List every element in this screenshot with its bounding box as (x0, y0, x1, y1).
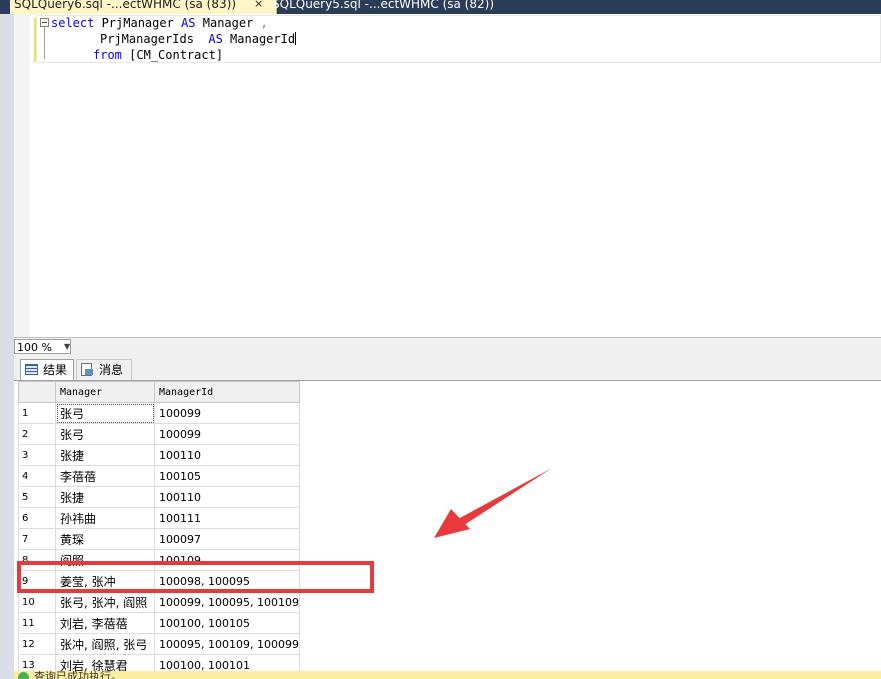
collapse-icon[interactable] (40, 18, 49, 27)
keyword-as: AS (208, 32, 223, 46)
cell-managerid[interactable]: 100095, 100109, 100099 (154, 633, 300, 655)
cell-managerid[interactable]: 100099 (154, 423, 300, 445)
cell-managerid[interactable]: 100100, 100105 (154, 612, 300, 634)
chevron-down-icon[interactable]: ▼ (64, 340, 70, 354)
editor-margin (14, 14, 30, 337)
outline-line (44, 27, 45, 59)
table-row[interactable]: 4 李蓓蓓 100105 (18, 465, 300, 487)
success-icon (18, 672, 29, 679)
code-text: Manager (195, 16, 261, 30)
row-number[interactable]: 6 (18, 507, 56, 529)
code-line-3: from [CM_Contract] (93, 47, 223, 63)
tab-sqlquery5[interactable]: SQLQuery5.sql -...ectWHMC (sa (82)) (268, 0, 498, 14)
keyword-as: AS (181, 16, 196, 30)
row-number[interactable]: 13 (18, 654, 56, 671)
row-number[interactable]: 10 (18, 591, 56, 613)
tab-sqlquery5-label: SQLQuery5.sql -...ectWHMC (sa (82)) (272, 0, 494, 11)
table-row[interactable]: 7 黄琛 100097 (18, 528, 300, 550)
cell-managerid[interactable]: 100105 (154, 465, 300, 487)
cell-manager[interactable]: 张弓 (55, 423, 155, 445)
keyword-from: from (93, 48, 122, 62)
table-row[interactable]: 2 张弓 100099 (18, 423, 300, 445)
document-tab-strip: SQLQuery6.sql -...ectWHMC (sa (83)) × SQ… (0, 0, 881, 14)
cell-manager[interactable]: 刘岩, 徐慧君 (55, 654, 155, 671)
tab-messages-label: 消息 (99, 363, 124, 377)
cell-managerid[interactable]: 100110 (154, 486, 300, 508)
status-bar: 查询已成功执行。 (14, 671, 881, 679)
cell-managerid[interactable]: 100097 (154, 528, 300, 550)
cell-manager[interactable]: 张弓, 张冲, 阎照 (55, 591, 155, 613)
row-number[interactable]: 3 (18, 444, 56, 466)
cell-manager[interactable]: 张冲, 阎照, 张弓 (55, 633, 155, 655)
annotation-arrow-icon (434, 468, 552, 538)
table-row[interactable]: 6 孙祎曲 100111 (18, 507, 300, 529)
zoom-bar: 100 % ▼ (14, 337, 881, 357)
close-icon[interactable]: × (254, 0, 263, 14)
left-dock-strip (0, 14, 14, 679)
cell-manager[interactable]: 张捷 (55, 486, 155, 508)
code-text: ManagerId (222, 32, 296, 46)
keyword-select: select (51, 16, 95, 30)
table-row[interactable]: 10 张弓, 张冲, 阎照 100099, 100095, 100109 (18, 591, 300, 613)
cell-manager[interactable]: 张弓 (55, 402, 155, 424)
table-row[interactable]: 12 张冲, 阎照, 张弓 100095, 100109, 100099 (18, 633, 300, 655)
row-number[interactable]: 4 (18, 465, 56, 487)
row-number[interactable]: 7 (18, 528, 56, 550)
message-icon (81, 363, 93, 376)
table-row[interactable]: 5 张捷 100110 (18, 486, 300, 508)
cell-managerid[interactable]: 100110 (154, 444, 300, 466)
table-row[interactable]: 13 刘岩, 徐慧君 100100, 100101 (18, 654, 300, 671)
tab-sqlquery6[interactable]: SQLQuery6.sql -...ectWHMC (sa (83)) × (10, 0, 277, 14)
query-editor[interactable]: select PrjManager AS Manager , PrjManage… (14, 14, 881, 337)
row-number[interactable]: 11 (18, 612, 56, 634)
code-line-1: select PrjManager AS Manager , (51, 15, 268, 31)
code-text: PrjManager (94, 16, 182, 30)
grid-icon (25, 364, 38, 375)
column-header-manager[interactable]: Manager (55, 381, 155, 403)
cell-manager[interactable]: 刘岩, 李蓓蓓 (55, 612, 155, 634)
code-line-2: PrjManagerIds AS ManagerId (100, 31, 297, 47)
tab-results-label: 结果 (43, 363, 68, 377)
cell-manager[interactable]: 黄琛 (55, 528, 155, 550)
results-table: Manager ManagerId 1 张弓 100099 2 张弓 100099 3 张捷 1… (18, 381, 300, 671)
results-tab-strip: 结果 消息 (14, 356, 881, 381)
table-row[interactable]: 3 张捷 100110 (18, 444, 300, 466)
cell-managerid[interactable]: 100099 (154, 402, 300, 424)
text-caret (295, 32, 297, 45)
table-row[interactable]: 1 张弓 100099 (18, 402, 300, 424)
zoom-value: 100 % (17, 341, 52, 354)
tab-sqlquery6-label: SQLQuery6.sql -...ectWHMC (sa (83)) (14, 0, 236, 11)
cell-managerid[interactable]: 100111 (154, 507, 300, 529)
row-number[interactable]: 2 (18, 423, 56, 445)
zoom-select[interactable]: 100 % ▼ (14, 339, 71, 354)
table-header-row: Manager ManagerId (18, 381, 300, 403)
highlight-box (17, 561, 374, 593)
code-text: [CM_Contract] (121, 48, 224, 62)
cell-manager[interactable]: 张捷 (55, 444, 155, 466)
cell-manager[interactable]: 孙祎曲 (55, 507, 155, 529)
tab-results[interactable]: 结果 (20, 359, 74, 380)
row-number[interactable]: 1 (18, 402, 56, 424)
cell-managerid[interactable]: 100099, 100095, 100109 (154, 591, 300, 613)
column-header-managerid[interactable]: ManagerId (154, 381, 300, 403)
cell-managerid[interactable]: 100100, 100101 (154, 654, 300, 671)
row-number-header[interactable] (18, 381, 56, 403)
row-number[interactable]: 5 (18, 486, 56, 508)
table-row[interactable]: 11 刘岩, 李蓓蓓 100100, 100105 (18, 612, 300, 634)
tab-messages[interactable]: 消息 (76, 359, 132, 380)
status-text: 查询已成功执行。 (34, 671, 122, 679)
cell-manager[interactable]: 李蓓蓓 (55, 465, 155, 487)
row-number[interactable]: 12 (18, 633, 56, 655)
code-text: PrjManagerIds (100, 32, 209, 46)
code-comma: , (260, 16, 268, 30)
